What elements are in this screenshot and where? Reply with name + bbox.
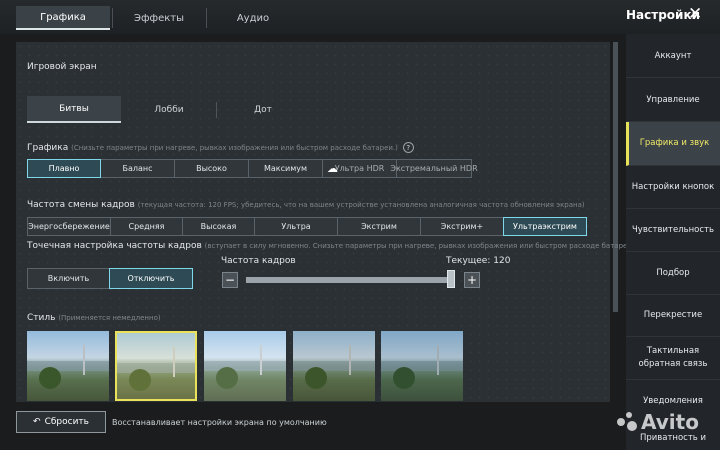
reset-button[interactable]: ↶ Сбросить <box>16 411 106 433</box>
fine-tune-label: Точечная настройка частоты кадров <box>27 241 202 251</box>
subtab-dot[interactable]: Дот <box>216 96 310 123</box>
frame-rate-slider-track[interactable] <box>246 277 452 283</box>
slider-minus-button[interactable]: − <box>222 272 238 288</box>
sidebar-item-matchmaking[interactable]: Подбор <box>626 252 720 295</box>
sidebar-item-button-settings[interactable]: Настройки кнопок <box>626 166 720 209</box>
scrollbar[interactable] <box>613 42 618 312</box>
frame-rate-label: Частота смены кадров <box>27 200 135 210</box>
sidebar-item-account[interactable]: Аккаунт <box>626 36 720 78</box>
avito-watermark-text: Avito <box>641 410 699 434</box>
frame-rate-hint: (текущая частота: 120 FPS; убедитесь, чт… <box>137 201 585 209</box>
section-title-game-screen: Игровой экран <box>27 62 97 72</box>
help-icon[interactable]: ? <box>402 142 414 153</box>
slider-plus-button[interactable]: + <box>464 272 480 288</box>
graphics-label: Графика <box>27 143 69 153</box>
frame-rate-heading: Частота смены кадров (текущая частота: 1… <box>27 200 585 210</box>
style-hint: (Применяется немедленно) <box>58 314 161 322</box>
sidebar: Аккаунт Управление Графика и звук Настро… <box>626 34 720 450</box>
style-preview-4[interactable] <box>293 331 375 401</box>
sidebar-item-notifications[interactable]: Уведомления <box>626 391 720 411</box>
style-preview-2[interactable] <box>115 331 197 401</box>
fps-option-ultra-extreme[interactable]: Ультраэкстрим <box>503 217 587 236</box>
fine-tune-heading: Точечная настройка частоты кадров (вступ… <box>27 241 637 251</box>
fps-option-medium[interactable]: Средняя <box>110 217 183 236</box>
fps-option-extreme-plus[interactable]: Экстрим+ <box>420 217 504 236</box>
frame-rate-options: Энергосбережение Средняя Высокая Ультра … <box>27 217 587 236</box>
slider-current-value: Текущее: 120 <box>446 256 511 266</box>
subtab-lobby[interactable]: Лобби <box>122 96 216 123</box>
graphics-option-ultra-hdr[interactable]: ☁ Ультра HDR <box>322 159 397 178</box>
graphics-option-smooth[interactable]: Плавно <box>27 159 101 178</box>
style-label: Стиль <box>27 313 56 323</box>
avito-watermark: Avito <box>617 410 699 434</box>
graphics-options: Плавно Баланс Высоко Максимум ☁ Ультра H… <box>27 159 478 178</box>
fps-option-power-save[interactable]: Энергосбережение <box>27 217 111 236</box>
fine-tune-enable-button[interactable]: Включить <box>27 268 110 289</box>
sidebar-item-crosshair[interactable]: Перекрестие <box>626 295 720 337</box>
tab-audio[interactable]: Аудио <box>206 6 300 30</box>
style-heading: Стиль (Применяется немедленно) <box>27 313 161 323</box>
graphics-option-max[interactable]: Максимум <box>248 159 323 178</box>
undo-icon: ↶ <box>33 417 41 427</box>
sidebar-item-graphics-audio[interactable]: Графика и звук <box>626 122 720 166</box>
avito-logo-icon <box>617 412 637 432</box>
close-icon[interactable]: ✕ <box>688 4 702 24</box>
sidebar-item-haptic-feedback[interactable]: Тактильная обратная связь <box>626 337 720 380</box>
fps-option-extreme[interactable]: Экстрим <box>337 217 421 236</box>
style-preview-5[interactable] <box>381 331 463 401</box>
graphics-hint: (Снизьте параметры при нагреве, рывках и… <box>71 144 398 152</box>
style-preview-1[interactable] <box>27 331 109 401</box>
fps-option-ultra[interactable]: Ультра <box>254 217 338 236</box>
frame-rate-slider-fill <box>246 277 452 283</box>
subtab-battles[interactable]: Битвы <box>27 96 121 123</box>
graphics-option-ultra-hdr-label: Ультра HDR <box>334 164 385 173</box>
graphics-heading: Графика (Снизьте параметры при нагреве, … <box>27 142 414 153</box>
graphics-option-extreme-hdr[interactable]: Экстремальный HDR <box>390 159 478 178</box>
style-preview-3[interactable] <box>204 331 286 401</box>
graphics-option-balance[interactable]: Баланс <box>100 159 175 178</box>
sidebar-item-controls[interactable]: Управление <box>626 79 720 122</box>
cloud-download-icon: ☁ <box>327 162 338 175</box>
tab-effects[interactable]: Эффекты <box>112 6 206 30</box>
frame-rate-slider-thumb[interactable] <box>447 270 455 288</box>
graphics-option-high[interactable]: Высоко <box>174 159 249 178</box>
reset-description: Восстанавливает настройки экрана по умол… <box>112 418 327 427</box>
fine-tune-hint: (вступает в силу мгновенно. Снизьте пара… <box>204 242 637 250</box>
top-bar: Графика Эффекты Аудио Настройки ✕ <box>0 0 720 34</box>
tab-graphics[interactable]: Графика <box>16 6 110 30</box>
slider-label: Частота кадров <box>221 256 296 266</box>
fine-tune-disable-button[interactable]: Отключить <box>109 268 193 289</box>
fps-option-high[interactable]: Высокая <box>182 217 255 236</box>
reset-label: Сбросить <box>44 417 89 427</box>
fine-tune-toggle: Включить Отключить <box>27 268 193 289</box>
sidebar-item-sensitivity[interactable]: Чувствительность <box>626 209 720 252</box>
